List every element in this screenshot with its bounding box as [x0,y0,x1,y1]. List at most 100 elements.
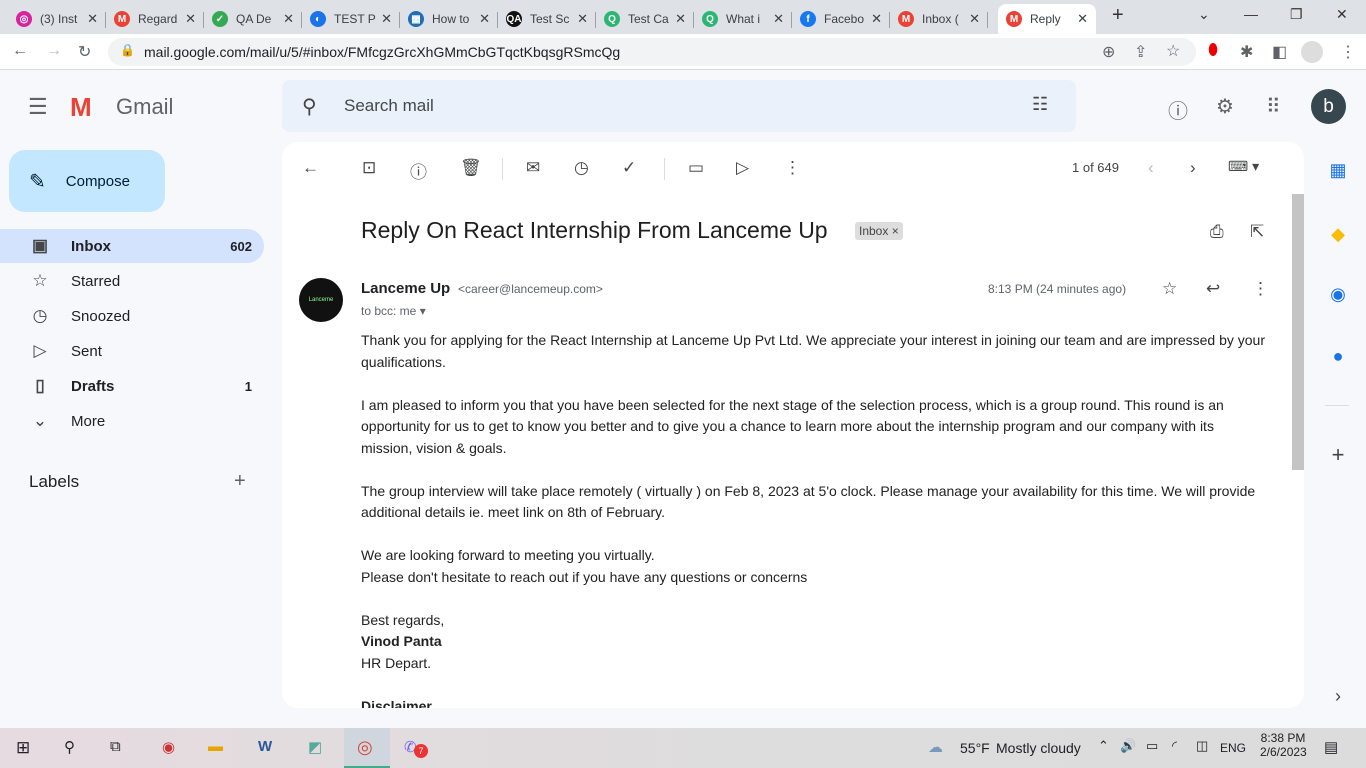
share-icon[interactable]: ⇪ [1134,42,1147,62]
close-tab-icon[interactable]: ✕ [381,11,392,27]
close-tab-icon[interactable]: ✕ [871,11,882,27]
label-icon[interactable]: ▷ [736,158,749,178]
print-icon[interactable]: ⎙ [1210,222,1224,242]
help-icon[interactable]: ⓘ [1168,95,1188,124]
newer-icon[interactable]: ‹ [1148,158,1154,178]
back-icon[interactable]: ← [12,42,28,60]
tasks-icon[interactable]: ◉ [1310,284,1366,305]
archive-icon[interactable]: ⊡ [362,158,376,178]
meet-now-icon[interactable]: ◫ [1196,738,1208,754]
zoom-icon[interactable]: ⊕ [1102,42,1115,62]
browser-tab[interactable]: f Facebo ✕ [792,4,890,34]
browser-tab[interactable]: M Reply ✕ [998,4,1096,34]
sidebar-item-starred[interactable]: ☆ Starred [0,264,264,298]
close-window-button[interactable]: ✕ [1336,6,1348,23]
url-input[interactable]: 🔒 mail.google.com/mail/u/5/#inbox/FMfcgz… [108,38,1196,66]
close-tab-icon[interactable]: ✕ [969,11,980,27]
snooze-icon[interactable]: ◷ [574,158,589,178]
mark-unread-icon[interactable]: ✉ [526,158,540,178]
add-task-icon[interactable]: ✓ [622,158,636,178]
remove-label-icon[interactable]: × [892,224,899,238]
file-explorer-icon[interactable]: ▬ [208,738,223,755]
input-tools-icon[interactable]: ⌨ ▾ [1228,158,1259,175]
new-tab-button[interactable]: + [1112,4,1124,27]
profile-icon[interactable] [1301,41,1323,63]
weather-temp[interactable]: 55°F [960,740,990,756]
task-view-icon[interactable]: ⧉ [110,738,121,755]
browser-tab[interactable]: Q Test Ca ✕ [596,4,694,34]
notifications-icon[interactable]: ▤ [1324,738,1338,756]
recipients[interactable]: to bcc: me ▾ [361,304,426,318]
back-to-inbox-icon[interactable]: ← [302,158,319,178]
close-tab-icon[interactable]: ✕ [1077,11,1088,27]
scrollbar-thumb[interactable] [1292,194,1304,470]
details-dropdown-icon[interactable]: ▾ [420,304,426,318]
weather-icon[interactable]: ☁ [928,738,943,756]
get-addons-icon[interactable]: + [1310,442,1366,468]
more-options-icon[interactable]: ⋮ [1252,279,1269,299]
account-avatar[interactable]: b [1311,89,1346,124]
browser-tab[interactable]: QA Test Sc ✕ [498,4,596,34]
browser-tab[interactable]: ◎ (3) Inst ✕ [8,4,106,34]
older-icon[interactable]: › [1190,158,1196,178]
chrome-taskbar-button[interactable]: ◎ [344,728,390,768]
add-label-icon[interactable]: + [234,470,246,493]
sidebar-item-snoozed[interactable]: ◷ Snoozed [0,299,264,333]
app-icon[interactable]: ◉ [162,738,175,756]
opera-extension-icon[interactable]: ⬮ [1208,42,1218,60]
show-hidden-icons[interactable]: ⌃ [1098,738,1109,754]
sidebar-item-sent[interactable]: ▷ Sent [0,334,264,368]
sender-name[interactable]: Lanceme Up [361,280,450,297]
minimize-button[interactable]: — [1244,6,1258,22]
close-tab-icon[interactable]: ✕ [577,11,588,27]
viber-icon[interactable]: ✆ 7 [404,738,428,758]
side-panel-icon[interactable]: ◧ [1272,42,1287,62]
contacts-icon[interactable]: ● [1310,346,1366,367]
windows-start-icon[interactable]: ⊞ [16,738,30,758]
menu-icon[interactable]: ⋮ [1340,42,1356,62]
weather-desc[interactable]: Mostly cloudy [996,740,1081,756]
close-tab-icon[interactable]: ✕ [675,11,686,27]
sidebar-item-inbox[interactable]: ▣ Inbox 602 [0,229,264,263]
show-side-panel-icon[interactable]: › [1310,686,1366,707]
browser-tab[interactable]: Q What i ✕ [694,4,792,34]
inbox-label-chip[interactable]: Inbox × [855,222,903,240]
report-spam-icon[interactable]: ⓘ [410,158,427,183]
main-menu-icon[interactable]: ☰ [28,94,48,120]
forward-icon[interactable]: → [46,42,62,60]
keep-icon[interactable]: ◆ [1310,224,1366,245]
browser-tab[interactable]: ✓ QA De ✕ [204,4,302,34]
tab-search-icon[interactable]: ⌄ [1198,6,1210,23]
volume-icon[interactable]: 🔊 [1120,738,1136,754]
close-tab-icon[interactable]: ✕ [479,11,490,27]
extensions-icon[interactable]: ✱ [1240,42,1253,62]
apps-grid-icon[interactable]: ⠿ [1266,94,1281,119]
search-options-icon[interactable]: ☷ [1032,94,1048,115]
clock[interactable]: 8:38 PM 2/6/2023 [1260,731,1307,759]
settings-gear-icon[interactable]: ⚙ [1216,94,1234,119]
browser-tab[interactable]: M Inbox (✕ [890,4,988,34]
battery-icon[interactable]: ▭ [1146,738,1158,754]
search-input[interactable]: ⚲ Search mail ☷ [282,80,1076,132]
browser-tab[interactable]: ◐ TEST P ✕ [302,4,400,34]
close-tab-icon[interactable]: ✕ [185,11,196,27]
browser-tab[interactable]: M Regard ✕ [106,4,204,34]
calendar-icon[interactable]: ▦ [1310,160,1366,181]
move-to-icon[interactable]: ▭ [688,158,704,178]
close-tab-icon[interactable]: ✕ [87,11,98,27]
open-new-window-icon[interactable]: ⇱ [1250,222,1264,242]
close-tab-icon[interactable]: ✕ [283,11,294,27]
search-icon[interactable]: ⚲ [302,94,317,119]
app-icon-2[interactable]: ◩ [308,738,322,756]
reload-icon[interactable]: ↻ [78,42,91,62]
language-indicator[interactable]: ENG [1220,741,1246,755]
close-tab-icon[interactable]: ✕ [773,11,784,27]
bookmark-star-icon[interactable]: ☆ [1166,41,1180,61]
wifi-icon[interactable]: ◜ [1172,738,1177,754]
browser-tab[interactable]: ▦ How to ✕ [400,4,498,34]
delete-icon[interactable]: 🗑 [460,158,482,178]
word-icon[interactable]: W [258,738,272,755]
star-icon[interactable]: ☆ [1162,279,1177,299]
sidebar-item-drafts[interactable]: ▯ Drafts 1 [0,369,264,403]
taskbar-search-icon[interactable]: ⚲ [64,738,75,756]
